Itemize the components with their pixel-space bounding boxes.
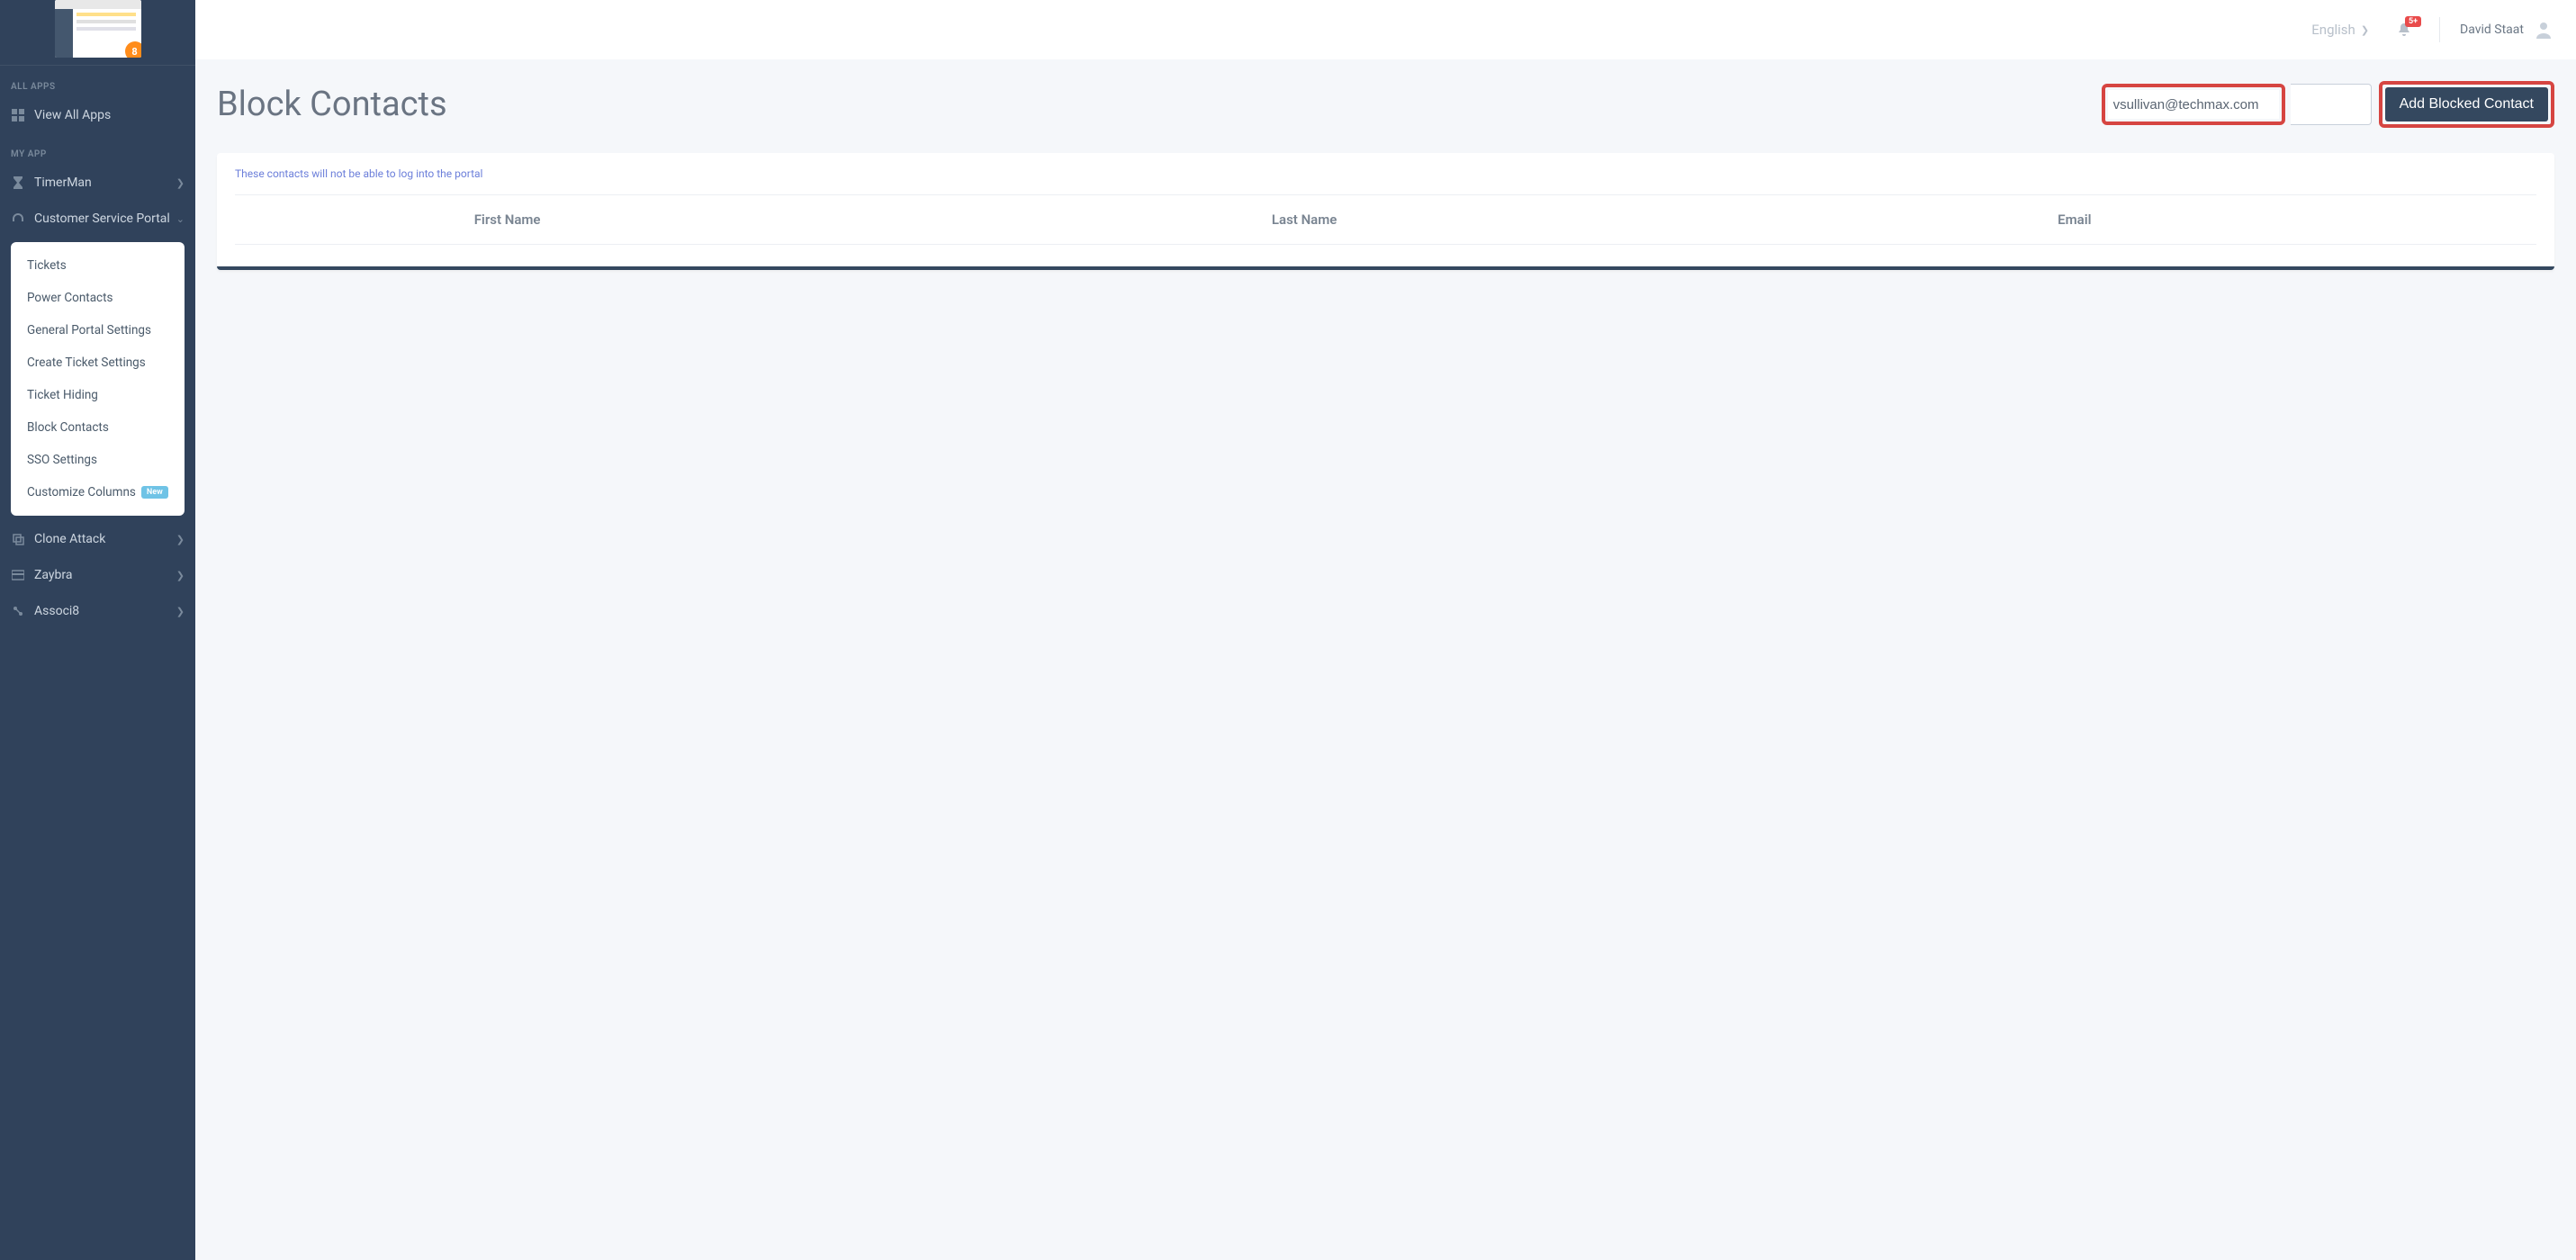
sidebar-preview-thumb[interactable]: 8: [0, 0, 195, 66]
copy-icon: [11, 532, 25, 546]
chevron-right-icon: ❯: [176, 606, 185, 617]
sidebar-submenu: Tickets Power Contacts General Portal Se…: [11, 242, 185, 516]
sidebar-item-label: Customer Service Portal: [34, 212, 170, 226]
page-title: Block Contacts: [217, 85, 447, 124]
topbar: English ❯ 5+ David Staat: [195, 0, 2576, 59]
sidebar-item-view-all-apps[interactable]: View All Apps: [0, 97, 195, 133]
submenu-item-power-contacts[interactable]: Power Contacts: [11, 282, 185, 314]
chevron-right-icon: ❯: [176, 570, 185, 581]
thumb-step-badge: 8: [125, 41, 141, 58]
sidebar-item-label: Zaybra: [34, 568, 72, 582]
notification-badge: 5+: [2405, 16, 2421, 27]
sidebar-item-clone-attack[interactable]: Clone Attack ❯: [0, 521, 195, 557]
grid-icon: [11, 108, 25, 122]
submenu-item-general-portal-settings[interactable]: General Portal Settings: [11, 314, 185, 346]
card-icon: [11, 568, 25, 582]
submenu-item-block-contacts[interactable]: Block Contacts: [11, 411, 185, 444]
table-header-first-name: First Name: [465, 195, 1263, 245]
language-label: English: [2311, 22, 2355, 38]
content: Block Contacts Add Blocked Contact These…: [195, 59, 2576, 292]
email-input-highlight: [2102, 84, 2285, 125]
chevron-right-icon: ❯: [176, 177, 185, 189]
user-name: David Staat: [2460, 22, 2524, 37]
table-header-email: Email: [2049, 195, 2536, 245]
chevron-right-icon: ❯: [2361, 24, 2369, 36]
sidebar-item-customer-service-portal[interactable]: Customer Service Portal ⌄: [0, 201, 195, 237]
sidebar-heading-my-app: MY APP: [0, 133, 195, 165]
submenu-item-sso-settings[interactable]: SSO Settings: [11, 444, 185, 476]
page-header: Block Contacts Add Blocked Contact: [217, 81, 2554, 128]
link-icon: [11, 604, 25, 618]
submenu-item-label: General Portal Settings: [27, 323, 151, 338]
table-header-spacer: [235, 195, 465, 245]
add-blocked-contact-button[interactable]: Add Blocked Contact: [2385, 87, 2548, 122]
divider: [2439, 17, 2440, 42]
user-menu[interactable]: David Staat: [2460, 19, 2554, 40]
submenu-item-ticket-hiding[interactable]: Ticket Hiding: [11, 379, 185, 411]
hourglass-icon: [11, 176, 25, 190]
card-info-text: These contacts will not be able to log i…: [217, 153, 2554, 194]
language-selector[interactable]: English ❯: [2311, 22, 2369, 38]
sidebar-item-label: TimerMan: [34, 176, 92, 190]
submenu-item-label: Block Contacts: [27, 420, 109, 435]
submenu-item-tickets[interactable]: Tickets: [11, 249, 185, 282]
chevron-right-icon: ❯: [176, 534, 185, 545]
header-actions: Add Blocked Contact: [2102, 81, 2554, 128]
blocked-contacts-table: First Name Last Name Email: [235, 194, 2536, 245]
submenu-item-label: Create Ticket Settings: [27, 356, 146, 370]
sidebar-item-zaybra[interactable]: Zaybra ❯: [0, 557, 195, 593]
submenu-item-label: SSO Settings: [27, 453, 97, 467]
sidebar-item-associ8[interactable]: Associ8 ❯: [0, 593, 195, 629]
blocked-email-input[interactable]: [2108, 90, 2279, 119]
email-input-extension[interactable]: [2291, 84, 2372, 125]
headset-icon: [11, 212, 25, 226]
submenu-item-customize-columns[interactable]: Customize Columns New: [11, 476, 185, 508]
table-wrap: First Name Last Name Email: [217, 194, 2554, 266]
avatar-icon: [2533, 19, 2554, 40]
submenu-item-label: Tickets: [27, 258, 67, 273]
notifications-button[interactable]: 5+: [2389, 22, 2419, 38]
chevron-down-icon: ⌄: [176, 213, 185, 225]
main-area: English ❯ 5+ David Staat Block Contacts: [195, 0, 2576, 1260]
blocked-contacts-card: These contacts will not be able to log i…: [217, 153, 2554, 270]
sidebar-item-timerman[interactable]: TimerMan ❯: [0, 165, 195, 201]
submenu-item-create-ticket-settings[interactable]: Create Ticket Settings: [11, 346, 185, 379]
sidebar-heading-all-apps: ALL APPS: [0, 66, 195, 97]
add-button-highlight: Add Blocked Contact: [2379, 81, 2554, 128]
table-header-last-name: Last Name: [1263, 195, 2049, 245]
new-badge: New: [141, 486, 168, 499]
submenu-item-label: Customize Columns: [27, 485, 136, 500]
submenu-item-label: Power Contacts: [27, 291, 113, 305]
sidebar-item-label: Associ8: [34, 604, 79, 618]
submenu-item-label: Ticket Hiding: [27, 388, 98, 402]
sidebar-item-label: Clone Attack: [34, 532, 105, 546]
sidebar: 8 ALL APPS View All Apps MY APP TimerMan…: [0, 0, 195, 1260]
sidebar-item-label: View All Apps: [34, 108, 111, 122]
